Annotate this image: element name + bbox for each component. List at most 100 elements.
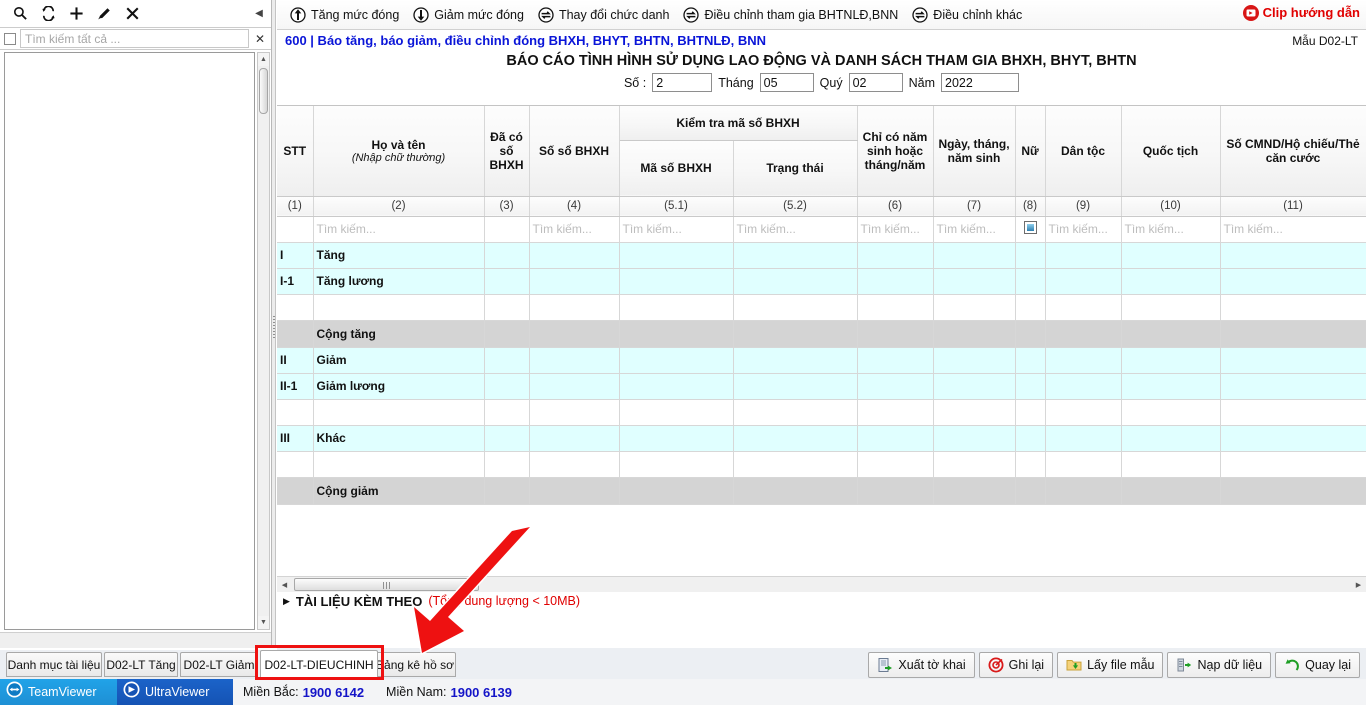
row-cell[interactable]: [619, 399, 734, 426]
row-cell[interactable]: [484, 347, 530, 374]
table-row[interactable]: II Giảm: [277, 347, 1366, 374]
row-cell[interactable]: [1121, 399, 1221, 426]
filter-cell-chi-co-nam-sinh[interactable]: Tìm kiếm...: [857, 216, 934, 243]
row-cell[interactable]: [1121, 347, 1221, 374]
filter-cell-quoc-tich[interactable]: Tìm kiếm...: [1121, 216, 1221, 243]
row-cell[interactable]: [619, 451, 734, 478]
scroll-track[interactable]: [292, 577, 1351, 592]
row-cell[interactable]: [1121, 242, 1221, 269]
col-header-chi-co-nam-sinh[interactable]: Chỉ có năm sinh hoặc tháng/năm: [857, 106, 934, 197]
scroll-thumb[interactable]: [294, 577, 479, 591]
collapse-panel-icon[interactable]: ◀: [253, 6, 265, 20]
table-row[interactable]: II-1 Giảm lương: [277, 373, 1366, 400]
row-cell[interactable]: [484, 294, 530, 321]
quy-input[interactable]: [848, 73, 903, 92]
row-cell[interactable]: [1015, 451, 1046, 478]
table-row[interactable]: [277, 451, 1366, 478]
table-row[interactable]: Cộng tăng: [277, 320, 1366, 348]
row-cell[interactable]: [619, 347, 734, 374]
row-cell[interactable]: [1045, 294, 1122, 321]
row-cell[interactable]: [733, 451, 858, 478]
row-cell[interactable]: [1045, 425, 1122, 452]
table-row[interactable]: I Tăng: [277, 242, 1366, 269]
row-cell[interactable]: [1015, 399, 1046, 426]
clear-search-icon[interactable]: ✕: [253, 32, 267, 46]
row-cell[interactable]: [1015, 294, 1046, 321]
row-cell[interactable]: [1045, 347, 1122, 374]
row-cell[interactable]: [1121, 373, 1221, 400]
ultraviewer-button[interactable]: UltraViewer: [117, 679, 233, 705]
row-cell[interactable]: [857, 347, 934, 374]
row-cell[interactable]: [529, 347, 620, 374]
nam-input[interactable]: [941, 73, 1020, 92]
row-cell[interactable]: [1220, 373, 1366, 400]
close-icon[interactable]: [118, 1, 146, 27]
search-icon[interactable]: [6, 1, 34, 27]
row-cell[interactable]: [933, 242, 1016, 269]
filter-cell-nu[interactable]: [1015, 216, 1046, 243]
attachments-section[interactable]: ▶ TÀI LIỆU KÈM THEO (Tổng dung lượng < 1…: [277, 592, 1366, 610]
table-row[interactable]: [277, 399, 1366, 426]
row-cell[interactable]: [1045, 373, 1122, 400]
scroll-left-arrow[interactable]: ◀: [277, 577, 292, 592]
col-header-nu[interactable]: Nữ: [1015, 106, 1046, 197]
row-cell[interactable]: [733, 268, 858, 295]
expander-icon[interactable]: ▶: [283, 596, 290, 607]
row-cell[interactable]: [1045, 451, 1122, 478]
row-cell[interactable]: [857, 451, 934, 478]
row-cell[interactable]: [857, 242, 934, 269]
edit-icon[interactable]: [90, 1, 118, 27]
row-cell[interactable]: [484, 268, 530, 295]
col-header-trang-thai[interactable]: Trạng thái: [733, 140, 858, 197]
row-cell[interactable]: [857, 268, 934, 295]
col-header-dan-toc[interactable]: Dân tộc: [1045, 106, 1122, 197]
row-cell[interactable]: [933, 294, 1016, 321]
table-row[interactable]: III Khác: [277, 425, 1366, 452]
row-cell[interactable]: [933, 399, 1016, 426]
filter-cell-ngay-thang-nam-sinh[interactable]: Tìm kiếm...: [933, 216, 1016, 243]
row-cell[interactable]: [733, 294, 858, 321]
tab-d02lt-tang[interactable]: D02-LT Tăng: [104, 652, 178, 677]
toolbar-item-thay-doi-chuc-danh[interactable]: Thay đổi chức danh: [531, 2, 677, 28]
row-cell[interactable]: [1220, 294, 1366, 321]
tab-danh-muc-tai-lieu[interactable]: Danh mục tài liệu: [6, 652, 102, 677]
row-cell[interactable]: [1045, 268, 1122, 295]
row-cell[interactable]: [933, 347, 1016, 374]
row-cell[interactable]: [619, 268, 734, 295]
row-cell[interactable]: [1015, 347, 1046, 374]
row-cell[interactable]: [857, 294, 934, 321]
row-cell[interactable]: [1121, 451, 1221, 478]
left-panel-scrollbar[interactable]: ▲ ▼: [257, 52, 270, 630]
row-cell[interactable]: [1220, 242, 1366, 269]
row-cell[interactable]: [733, 373, 858, 400]
row-cell[interactable]: [933, 268, 1016, 295]
row-cell[interactable]: [1220, 399, 1366, 426]
toolbar-item-giam-muc-dong[interactable]: Giảm mức đóng: [406, 2, 531, 28]
checkbox-filter-icon[interactable]: [1023, 221, 1037, 234]
row-cell[interactable]: [484, 425, 530, 452]
row-cell[interactable]: [484, 242, 530, 269]
row-cell[interactable]: [1220, 451, 1366, 478]
tab-d02lt-giam[interactable]: D02-LT Giảm: [180, 652, 258, 677]
row-cell[interactable]: [529, 268, 620, 295]
so-input[interactable]: [652, 73, 713, 92]
row-cell[interactable]: [1045, 242, 1122, 269]
toolbar-item-tang-muc-dong[interactable]: Tăng mức đóng: [283, 2, 406, 28]
row-cell[interactable]: [733, 425, 858, 452]
col-header-so-cmnd[interactable]: Số CMND/Hộ chiếu/Thẻ căn cước: [1220, 106, 1366, 197]
row-cell[interactable]: [733, 242, 858, 269]
refresh-icon[interactable]: [34, 1, 62, 27]
row-cell[interactable]: [1220, 347, 1366, 374]
row-cell[interactable]: [1121, 425, 1221, 452]
quay-lai-button[interactable]: Quay lại: [1275, 652, 1360, 678]
xuat-to-khai-button[interactable]: Xuất tờ khai: [868, 652, 975, 678]
row-cell[interactable]: [619, 373, 734, 400]
row-cell[interactable]: [857, 425, 934, 452]
filter-cell-so-cmnd[interactable]: Tìm kiếm...: [1220, 216, 1366, 243]
nap-du-lieu-button[interactable]: Nạp dữ liệu: [1167, 652, 1272, 678]
row-cell[interactable]: [933, 425, 1016, 452]
document-tree[interactable]: [4, 52, 255, 630]
ghi-lai-button[interactable]: Ghi lại: [978, 652, 1054, 678]
row-cell[interactable]: [857, 399, 934, 426]
row-cell[interactable]: [933, 373, 1016, 400]
